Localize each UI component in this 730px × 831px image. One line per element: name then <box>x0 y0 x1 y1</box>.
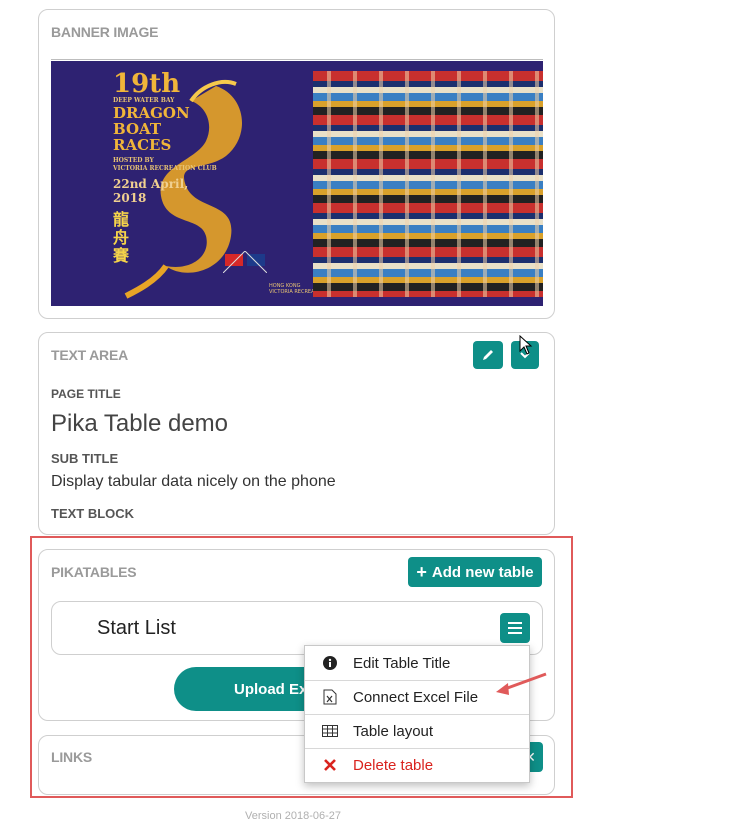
mouse-cursor-icon <box>519 335 533 355</box>
banner-chinese-text: 龍舟賽 <box>113 210 130 265</box>
banner-image-card: BANNER IMAGE 19th DEEP WATER BAY DRAGON … <box>38 9 555 319</box>
banner-line-dragon: DRAGON <box>113 104 190 122</box>
menu-item-label: Table layout <box>353 722 434 740</box>
menu-item-table-layout[interactable]: Table layout <box>305 714 529 748</box>
page-title-label: PAGE TITLE <box>51 387 121 401</box>
text-block-label: TEXT BLOCK <box>51 506 135 521</box>
page-title: Pika Table demo <box>51 410 228 437</box>
banner-line-races: RACES <box>113 136 172 154</box>
menu-item-label: Edit Table Title <box>353 654 451 672</box>
banner-date: 22nd April, 2018 <box>113 177 189 205</box>
edit-button[interactable] <box>473 341 503 369</box>
banner-line-boat: BOAT <box>113 120 162 138</box>
pencil-icon <box>483 350 493 360</box>
banner-image: 19th DEEP WATER BAY DRAGON BOAT RACES HO… <box>51 61 543 306</box>
table-grid-icon <box>322 723 338 739</box>
info-circle-icon <box>322 655 338 671</box>
text-area-label: TEXT AREA <box>51 347 129 363</box>
divider <box>51 59 543 60</box>
banner-edition: 19th <box>113 69 181 99</box>
version-text: Version 2018-06-27 <box>245 810 342 822</box>
dragon-boat-photo <box>313 71 543 297</box>
banner-club: VICTORIA RECREATION CLUB <box>113 165 217 172</box>
menu-item-label: Delete table <box>353 756 434 774</box>
banner-image-label: BANNER IMAGE <box>51 24 159 40</box>
delete-x-icon <box>322 757 338 773</box>
table-options-dropdown: Edit Table Title Connect Excel File Tabl… <box>304 645 530 783</box>
annotation-arrow <box>496 672 547 695</box>
menu-item-delete-table[interactable]: Delete table <box>305 748 529 782</box>
menu-item-label: Connect Excel File <box>353 688 479 706</box>
flags-icon <box>223 251 267 273</box>
sub-title-label: SUB TITLE <box>51 451 119 466</box>
excel-file-icon <box>322 689 338 705</box>
sub-title: Display tabular data nicely on the phone <box>51 473 336 490</box>
banner-hosted-by: HOSTED BY <box>113 157 154 164</box>
banner-text-block: 19th DEEP WATER BAY DRAGON BOAT RACES HO… <box>113 71 217 265</box>
text-area-card: TEXT AREA PAGE TITLE Pika Table demo SUB… <box>38 332 555 535</box>
